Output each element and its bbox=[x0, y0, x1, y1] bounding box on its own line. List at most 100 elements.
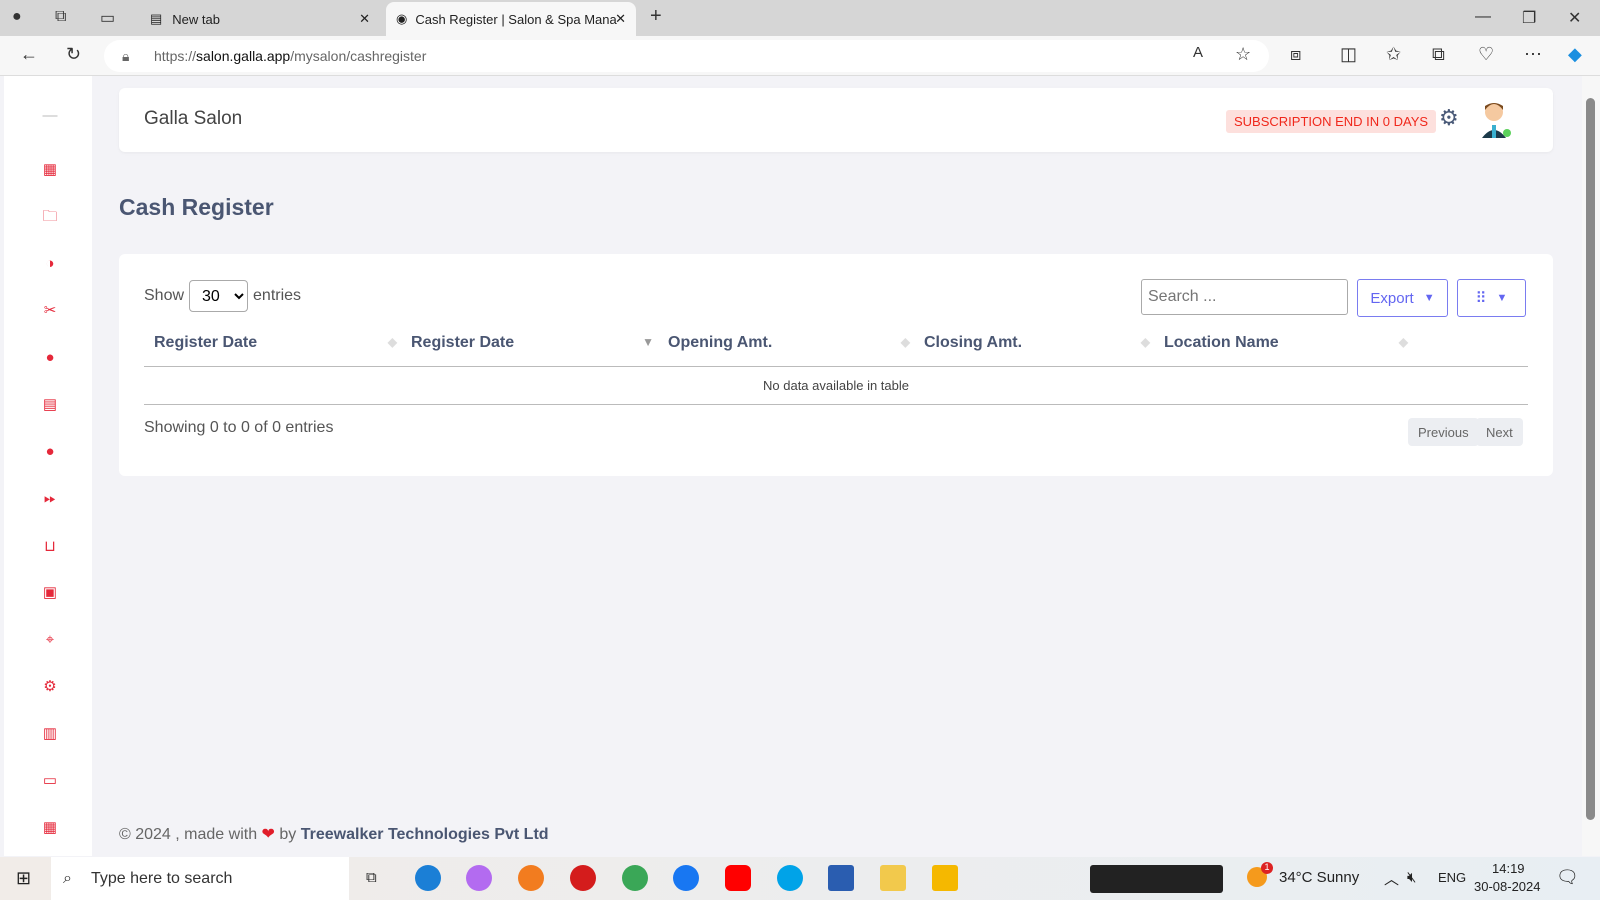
ticket-icon[interactable]: ✂ bbox=[40, 301, 60, 321]
url-host: salon.galla.app bbox=[196, 48, 291, 64]
profile-icon[interactable]: ● bbox=[12, 8, 22, 26]
favorite-star-icon[interactable]: ☆ bbox=[1235, 44, 1251, 65]
user-circle-icon[interactable]: ● bbox=[40, 348, 60, 368]
facebook-icon[interactable] bbox=[673, 865, 699, 891]
chrome-icon[interactable] bbox=[622, 865, 648, 891]
collections-icon[interactable]: ⧉ bbox=[1432, 44, 1445, 65]
gear-icon[interactable]: ⚙ bbox=[1439, 105, 1459, 131]
close-window-icon[interactable]: ✕ bbox=[1568, 8, 1581, 28]
dashboard-icon[interactable]: ▦ bbox=[40, 160, 60, 180]
windows-start-icon[interactable]: ⊞ bbox=[16, 868, 31, 889]
more-icon[interactable]: ⋯ bbox=[1524, 44, 1542, 65]
table-row: No data available in table bbox=[144, 366, 1528, 405]
avatar[interactable] bbox=[1479, 100, 1513, 140]
language-indicator[interactable]: ENG bbox=[1438, 870, 1466, 885]
report-icon[interactable]: ▥ bbox=[40, 724, 60, 744]
column-label: Register Date bbox=[411, 333, 515, 351]
browser-essentials-icon[interactable]: ♡ bbox=[1478, 44, 1494, 65]
menu-toggle-icon[interactable]: — bbox=[40, 106, 60, 126]
lock-icon: 🔒︎ bbox=[122, 47, 130, 64]
muted-speaker-icon[interactable]: 🔇︎ bbox=[1407, 869, 1416, 886]
close-icon[interactable]: ✕ bbox=[359, 11, 370, 27]
search-icon: ⌕ bbox=[63, 869, 72, 887]
capture-toolbar[interactable] bbox=[1090, 865, 1223, 893]
footer-text: © 2024 , made with bbox=[119, 826, 258, 843]
sort-icon: ◆ bbox=[1398, 335, 1408, 349]
folder-icon[interactable]: 🗀︎ bbox=[40, 207, 60, 227]
taskbar-search-placeholder: Type here to search bbox=[91, 869, 233, 887]
column-label: Closing Amt. bbox=[924, 333, 1023, 351]
weather-text[interactable]: 34°C Sunny bbox=[1279, 869, 1359, 886]
recorder-icon[interactable] bbox=[570, 865, 596, 891]
column-header[interactable]: Opening Amt. ◆ bbox=[658, 320, 914, 367]
export-button[interactable]: Export ▼ bbox=[1357, 279, 1448, 317]
contrast-icon[interactable]: ◑ bbox=[40, 254, 60, 274]
refresh-icon[interactable]: ↻ bbox=[66, 44, 81, 65]
sidebar: — ▦ 🗀︎ ◑ ✂ ● ▤ ● ⏩︎ ⊔ ▣ ⌖ ⚙ ▥ ▭ ▦ bbox=[4, 76, 92, 856]
previous-button[interactable]: Previous bbox=[1408, 418, 1479, 446]
next-button[interactable]: Next bbox=[1476, 418, 1523, 446]
page-icon: ▤ bbox=[150, 11, 163, 26]
entries-label: entries bbox=[253, 287, 302, 304]
skype-icon[interactable] bbox=[777, 865, 803, 891]
document-icon[interactable]: ▤ bbox=[40, 395, 60, 415]
file-explorer-icon[interactable] bbox=[932, 865, 958, 891]
page-size-control: Show 30 entries bbox=[144, 280, 301, 312]
copilot-app-icon[interactable] bbox=[466, 865, 492, 891]
weather-badge: 1 bbox=[1261, 862, 1273, 874]
restore-icon[interactable]: ❐ bbox=[1522, 8, 1536, 28]
forward-icon[interactable]: ⏩︎ bbox=[40, 489, 60, 509]
minimize-icon[interactable]: — bbox=[1475, 8, 1491, 26]
close-icon[interactable]: ✕ bbox=[615, 11, 626, 27]
sort-icon: ◆ bbox=[387, 335, 397, 349]
tab-new-tab[interactable]: ▤ New tab ✕ bbox=[140, 2, 380, 36]
youtube-icon[interactable] bbox=[725, 865, 751, 891]
column-header[interactable]: Register Date ▼ bbox=[401, 320, 658, 367]
page-size-select[interactable]: 30 bbox=[189, 280, 249, 312]
firefox-icon[interactable] bbox=[518, 865, 544, 891]
export-label: Export bbox=[1370, 289, 1414, 307]
column-header[interactable]: Closing Amt. ◆ bbox=[914, 320, 1154, 367]
column-header[interactable]: Location Name ◆ bbox=[1154, 320, 1412, 367]
url-path: /mysalon/cashregister bbox=[290, 48, 427, 64]
chevron-up-icon[interactable]: ︿ bbox=[1384, 868, 1399, 889]
scrollbar[interactable] bbox=[1582, 76, 1600, 856]
settings-icon[interactable]: ⚙ bbox=[40, 677, 60, 697]
store-icon[interactable] bbox=[828, 865, 854, 891]
notifications-icon[interactable]: 🗨︎ bbox=[1556, 867, 1579, 888]
new-tab-icon[interactable]: + bbox=[650, 5, 662, 28]
caret-down-icon: ▼ bbox=[1496, 292, 1508, 304]
tab-label: Cash Register | Salon & Spa Mana bbox=[415, 11, 617, 27]
read-aloud-icon[interactable]: A bbox=[1193, 44, 1203, 61]
basket-icon[interactable]: ⊔ bbox=[40, 537, 60, 557]
extensions-icon[interactable]: ⧈ bbox=[1290, 44, 1301, 65]
brand-name: Galla Salon bbox=[144, 108, 243, 129]
app-icon[interactable] bbox=[880, 865, 906, 891]
contacts-icon[interactable]: ▣ bbox=[40, 583, 60, 603]
tab-label: New tab bbox=[172, 11, 220, 27]
tab-cash-register[interactable]: ◉ Cash Register | Salon & Spa Mana ✕ bbox=[386, 2, 636, 36]
customer-icon[interactable]: ● bbox=[40, 442, 60, 462]
back-icon[interactable]: ← bbox=[20, 44, 38, 65]
taskbar-search[interactable]: ⌕ Type here to search bbox=[51, 857, 349, 900]
search-input[interactable] bbox=[1141, 279, 1348, 315]
column-visibility-button[interactable]: ⠿ ▼ bbox=[1457, 279, 1526, 317]
sort-desc-icon: ▼ bbox=[642, 335, 654, 349]
workspaces-icon[interactable]: ⧉ bbox=[55, 8, 66, 26]
scrollbar-thumb[interactable] bbox=[1586, 98, 1595, 820]
task-view-icon[interactable]: ⧉ bbox=[366, 869, 377, 886]
site-favicon-icon: ◉ bbox=[396, 11, 408, 26]
edge-icon[interactable] bbox=[415, 865, 441, 891]
page-title: Cash Register bbox=[119, 194, 274, 220]
split-screen-icon[interactable]: ◫ bbox=[1340, 44, 1357, 65]
clock-date[interactable]: 30-08-2024 bbox=[1474, 879, 1541, 894]
clock-time[interactable]: 14:19 bbox=[1492, 861, 1525, 876]
copilot-icon[interactable]: ◆ bbox=[1568, 44, 1582, 65]
cash-icon[interactable]: ▭ bbox=[40, 771, 60, 791]
url-field[interactable]: 🔒︎ https://salon.galla.app/mysalon/cashr… bbox=[104, 40, 1269, 72]
location-pin-icon[interactable]: ⌖ bbox=[40, 630, 60, 650]
favorites-icon[interactable]: ✩ bbox=[1386, 44, 1401, 65]
calendar-icon[interactable]: ▦ bbox=[40, 818, 60, 838]
column-header[interactable]: Register Date ◆ bbox=[144, 320, 401, 367]
tab-actions-icon[interactable]: ▭ bbox=[100, 8, 115, 28]
